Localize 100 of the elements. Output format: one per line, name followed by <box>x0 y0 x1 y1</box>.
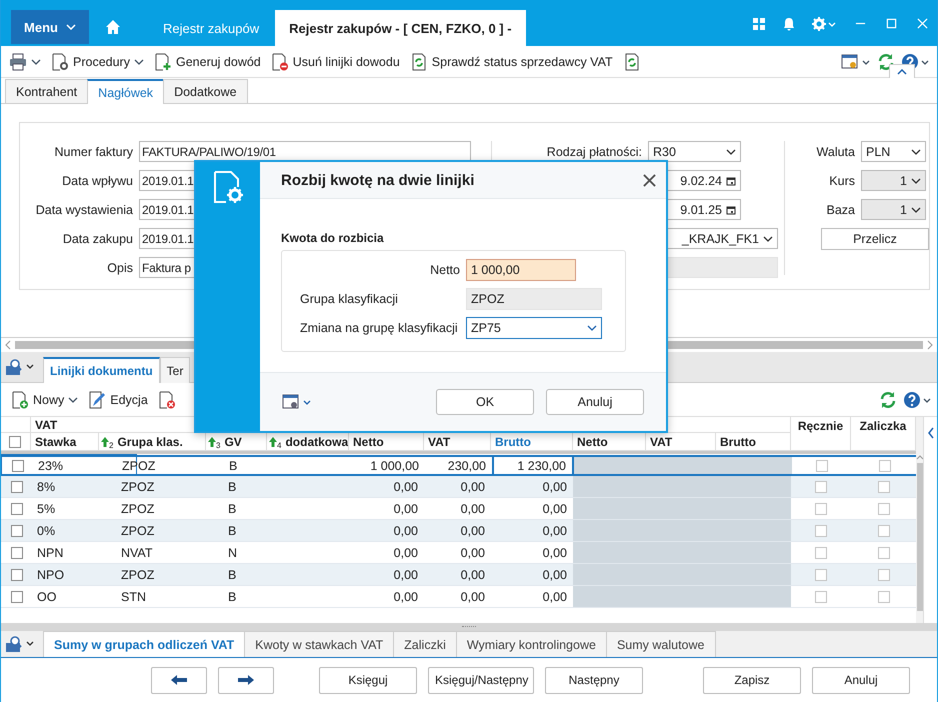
checkbox[interactable] <box>12 460 24 472</box>
checkbox[interactable] <box>815 480 827 492</box>
calendar-icon <box>726 176 736 186</box>
table-cell[interactable]: 5% <box>31 498 99 519</box>
previous-button[interactable] <box>151 666 207 694</box>
checkbox[interactable] <box>878 524 890 536</box>
collapse-button[interactable] <box>889 64 915 78</box>
window-settings-icon[interactable] <box>282 393 312 411</box>
checkbox[interactable] <box>878 460 890 472</box>
expand-panel-icon[interactable] <box>928 427 934 439</box>
field-label: Zmiana na grupę klasyfikacji <box>300 321 459 335</box>
field-label: Rodzaj płatności: <box>546 144 642 158</box>
checkbox[interactable] <box>878 590 890 602</box>
checkbox[interactable] <box>815 546 827 558</box>
refresh-icon[interactable] <box>879 390 897 408</box>
dropdown-field[interactable]: PLN <box>860 141 926 162</box>
toolbar-button[interactable]: Sprawdź status sprzedawcy VAT <box>408 50 615 72</box>
scroll-left-icon[interactable] <box>5 340 11 350</box>
summary-tab[interactable]: Kwoty w stawkach VAT <box>244 631 394 657</box>
text-field[interactable]: FAKTURA/PALIWO/19/01 <box>139 141 471 162</box>
checkbox[interactable] <box>11 568 23 580</box>
form-tab[interactable]: Nagłówek <box>87 79 164 104</box>
home-icon[interactable] <box>105 19 121 35</box>
table-cell-text: 0,00 <box>542 588 568 606</box>
lines-tab[interactable]: Ter <box>160 357 190 383</box>
toolbar-button[interactable]: Usuń linijki dowodu <box>268 50 402 72</box>
scroll-up-icon[interactable] <box>916 455 924 460</box>
table-cell[interactable]: 0% <box>31 520 99 541</box>
settings-icon[interactable] <box>812 17 836 31</box>
caret-icon <box>763 236 773 242</box>
checkbox[interactable] <box>9 436 21 448</box>
table-cell-text: 0,00 <box>392 478 419 496</box>
field-label: Baza <box>825 202 855 216</box>
column-header[interactable]: 2 Grupa klas. <box>99 433 206 451</box>
checkbox[interactable] <box>11 480 23 492</box>
chevron-up-icon <box>897 68 907 74</box>
menu-button[interactable]: Menu <box>11 10 89 44</box>
toolbar-button[interactable]: Procedury <box>49 50 146 72</box>
dialog-button[interactable]: Anuluj <box>546 389 644 415</box>
checkbox[interactable] <box>878 568 890 580</box>
table-cell-text: 0,00 <box>460 522 486 540</box>
form-tab[interactable]: Kontrahent <box>5 79 88 103</box>
column-header[interactable]: Ręcznie <box>791 417 851 451</box>
field-label: Data zakupu <box>62 232 133 246</box>
checkbox[interactable] <box>815 502 827 514</box>
action-button[interactable]: Zapisz <box>703 666 801 694</box>
table-cell[interactable]: NPN <box>31 542 99 563</box>
checkbox[interactable] <box>11 502 23 514</box>
arrow-right-icon <box>238 675 254 685</box>
table-cell[interactable]: NPO <box>31 564 99 585</box>
scroll-right-icon[interactable] <box>927 340 933 350</box>
checkbox[interactable] <box>815 524 827 536</box>
table-cell-text: B <box>227 522 238 540</box>
maximize-icon[interactable] <box>886 18 897 29</box>
refresh-icon[interactable] <box>877 52 895 70</box>
help-icon[interactable] <box>903 390 933 408</box>
form-tab[interactable]: Dodatkowe <box>163 79 248 103</box>
toolbar-button[interactable]: Edycja <box>86 388 150 410</box>
checkbox[interactable] <box>11 524 23 536</box>
window-settings-icon[interactable] <box>841 52 871 70</box>
next-button[interactable] <box>218 666 274 694</box>
table-cell-text: 0,00 <box>460 544 486 562</box>
action-button[interactable]: Następny <box>545 666 643 694</box>
checkbox[interactable] <box>816 460 828 472</box>
table-cell-text: STN <box>120 588 147 606</box>
checkbox[interactable] <box>878 546 890 558</box>
action-button[interactable]: Księguj <box>319 666 417 694</box>
checkbox[interactable] <box>878 480 890 492</box>
checkbox[interactable] <box>878 502 890 514</box>
table-cell-text: 0,00 <box>542 566 568 584</box>
column-header[interactable]: Stawka <box>31 433 99 451</box>
action-button[interactable]: Anuluj <box>812 666 910 694</box>
bell-icon[interactable] <box>782 17 796 31</box>
toolbar-button[interactable]: Generuj dowód <box>152 50 263 72</box>
column-header[interactable]: Brutto <box>716 433 791 451</box>
close-icon[interactable] <box>643 174 656 186</box>
table-cell[interactable]: OO <box>31 586 99 607</box>
dropdown-field[interactable]: ZP75 <box>466 317 602 339</box>
checkbox[interactable] <box>11 590 23 602</box>
summary-tab[interactable]: Sumy w grupach odliczeń VAT <box>43 631 246 657</box>
lines-tab[interactable]: Linijki dokumentu <box>43 357 160 383</box>
dialog-button[interactable]: OK <box>436 389 534 415</box>
recalculate-button[interactable]: Przelicz <box>820 228 929 250</box>
window-tab[interactable]: Rejestr zakupów - [ CEN, FZKO, 0 ] - <box>275 10 526 46</box>
checkbox[interactable] <box>815 590 827 602</box>
summary-tab[interactable]: Wymiary kontrolingowe <box>456 631 607 657</box>
document-delete-icon <box>158 390 176 408</box>
checkbox[interactable] <box>11 546 23 558</box>
grid-icon[interactable] <box>752 17 766 31</box>
table-cell[interactable]: 8% <box>31 476 99 497</box>
summary-tab[interactable]: Sumy walutowe <box>606 631 716 657</box>
splitter-grip[interactable] <box>462 626 476 628</box>
summary-tab[interactable]: Zaliczki <box>393 631 457 657</box>
scrollbar-thumb[interactable] <box>916 463 922 611</box>
toolbar-button[interactable]: Nowy <box>9 388 80 410</box>
amount-field[interactable]: 1 000,00 <box>466 259 576 281</box>
checkbox[interactable] <box>815 568 827 580</box>
dropdown-field[interactable]: R30 <box>648 141 741 162</box>
action-button[interactable]: Księguj/Następny <box>428 666 534 694</box>
print-button[interactable] <box>7 50 43 72</box>
